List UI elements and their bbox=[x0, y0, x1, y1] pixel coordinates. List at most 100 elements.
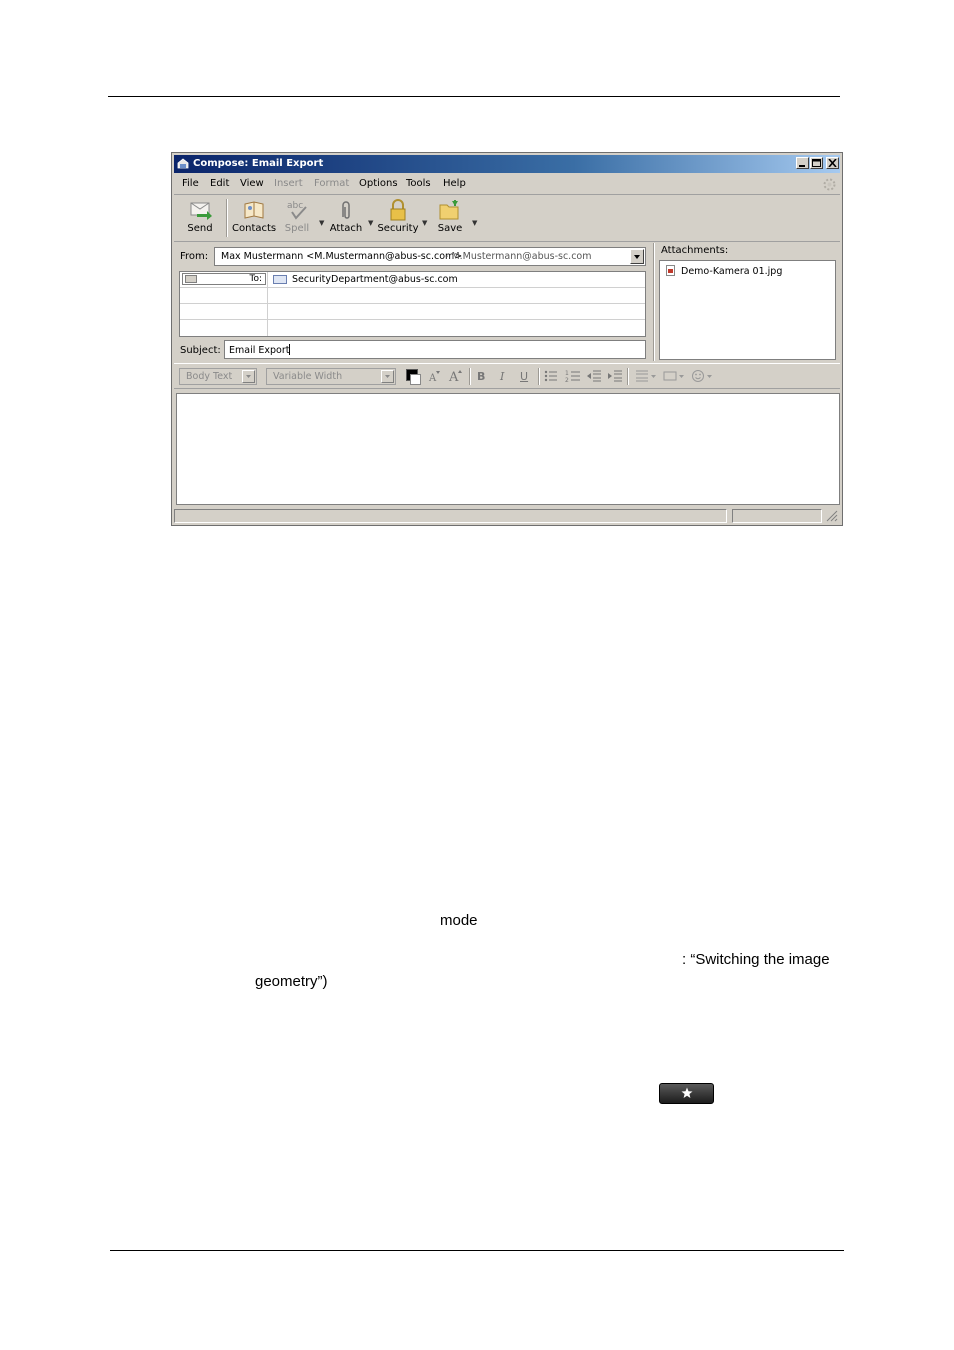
chevron-down-icon[interactable] bbox=[242, 370, 255, 383]
save-folder-icon bbox=[439, 200, 459, 220]
contact-card-icon bbox=[273, 275, 287, 284]
font-select[interactable]: Variable Width bbox=[266, 368, 396, 385]
recipient-type-select[interactable]: To: bbox=[182, 273, 266, 285]
attachment-splitter[interactable] bbox=[653, 243, 655, 361]
maximize-icon bbox=[812, 159, 821, 167]
from-select[interactable]: Max Mustermann <M.Mustermann@abus-sc.com… bbox=[214, 247, 646, 266]
send-button[interactable]: Send bbox=[180, 199, 220, 239]
italic-button[interactable]: I bbox=[500, 370, 504, 383]
from-dropdown-button[interactable] bbox=[630, 249, 644, 264]
spell-button[interactable]: abc Spell bbox=[282, 199, 312, 239]
paragraph-style-select[interactable]: Body Text bbox=[179, 368, 257, 385]
recipient-type-cell: To: bbox=[180, 272, 268, 287]
chevron-down-icon[interactable] bbox=[381, 370, 394, 383]
align-icon[interactable] bbox=[635, 369, 659, 383]
text-color-picker[interactable] bbox=[406, 369, 421, 385]
svg-text:2: 2 bbox=[565, 377, 569, 383]
spell-dropdown-icon[interactable]: ▼ bbox=[319, 219, 324, 227]
recipient-address[interactable]: SecurityDepartment@abus-sc.com bbox=[292, 274, 458, 285]
attach-label[interactable]: Attach bbox=[328, 223, 364, 234]
save-label: Save bbox=[437, 223, 463, 234]
header-rule bbox=[108, 96, 840, 97]
attachment-filename: Demo-Kamera 01.jpg bbox=[681, 266, 783, 277]
menu-edit[interactable]: Edit bbox=[210, 178, 229, 189]
font-larger-icon[interactable]: A bbox=[448, 368, 464, 384]
outdent-icon[interactable] bbox=[586, 369, 602, 383]
subject-value: Email Export bbox=[229, 345, 290, 356]
maximize-button[interactable] bbox=[810, 157, 823, 169]
contacts-button[interactable]: Contacts bbox=[232, 199, 276, 239]
contacts-icon bbox=[244, 201, 264, 219]
save-button[interactable]: Save bbox=[432, 199, 468, 239]
send-icon bbox=[190, 202, 212, 220]
minimize-icon bbox=[799, 165, 805, 167]
security-dropdown-icon[interactable]: ▼ bbox=[422, 219, 427, 227]
font-smaller-icon[interactable]: A bbox=[428, 369, 442, 383]
menu-bar: File Edit View Insert Format Options Too… bbox=[174, 175, 840, 195]
status-bar bbox=[174, 508, 840, 524]
recipient-type-dropdown-icon[interactable] bbox=[185, 275, 197, 283]
menu-view[interactable]: View bbox=[240, 178, 264, 189]
smiley-icon[interactable] bbox=[691, 369, 715, 383]
from-label: From: bbox=[180, 251, 209, 262]
attachments-label: Attachments: bbox=[661, 245, 729, 256]
close-button[interactable] bbox=[826, 157, 839, 169]
chevron-down-icon bbox=[634, 255, 640, 259]
attachment-list[interactable]: Demo-Kamera 01.jpg bbox=[659, 260, 836, 360]
indent-icon[interactable] bbox=[607, 369, 623, 383]
svg-text:1: 1 bbox=[565, 370, 569, 377]
format-toolbar: Body Text Variable Width A A B I U 1 2 bbox=[174, 363, 840, 389]
recipient-type-cell bbox=[180, 320, 268, 336]
format-separator bbox=[627, 368, 629, 385]
menu-insert[interactable]: Insert bbox=[274, 178, 303, 189]
image-file-icon bbox=[666, 265, 675, 276]
recipient-type-cell bbox=[180, 304, 268, 319]
insert-object-icon[interactable] bbox=[663, 369, 687, 383]
menu-options[interactable]: Options bbox=[359, 178, 398, 189]
text-caret bbox=[289, 344, 291, 355]
from-account: - M.Mustermann@abus-sc.com bbox=[445, 251, 592, 262]
message-body-editor[interactable] bbox=[176, 393, 840, 505]
format-separator bbox=[538, 368, 540, 385]
attach-dropdown-icon[interactable]: ▼ bbox=[368, 219, 373, 227]
recipient-type-label: To: bbox=[249, 274, 262, 284]
bullet-list-icon[interactable] bbox=[544, 369, 558, 383]
menu-tools[interactable]: Tools bbox=[406, 178, 431, 189]
title-bar[interactable]: Compose: Email Export bbox=[174, 155, 840, 173]
background-color-swatch[interactable] bbox=[410, 374, 421, 385]
doc-text-geometry: geometry”) bbox=[255, 973, 328, 990]
favorite-star-button bbox=[659, 1083, 714, 1104]
resize-grip-icon[interactable] bbox=[826, 510, 838, 522]
send-label: Send bbox=[187, 223, 213, 234]
compose-app-icon bbox=[177, 158, 189, 169]
doc-text-mode: mode bbox=[440, 912, 478, 929]
bold-button[interactable]: B bbox=[477, 370, 485, 383]
underline-button[interactable]: U bbox=[520, 370, 528, 383]
menu-help[interactable]: Help bbox=[443, 178, 466, 189]
recipient-row-empty[interactable] bbox=[180, 304, 645, 320]
svg-text:A: A bbox=[448, 370, 459, 384]
contacts-label: Contacts bbox=[232, 223, 277, 234]
close-icon bbox=[828, 159, 837, 167]
status-text-panel bbox=[174, 509, 727, 523]
star-icon bbox=[681, 1087, 693, 1098]
menu-format[interactable]: Format bbox=[314, 178, 349, 189]
paperclip-icon bbox=[342, 201, 350, 219]
toolbar: Send Contacts abc Spell ▼ Attach ▼ Secur… bbox=[174, 195, 840, 242]
toolbar-separator bbox=[226, 199, 228, 237]
attach-button[interactable]: Attach bbox=[328, 199, 364, 239]
font-value: Variable Width bbox=[273, 371, 343, 382]
save-dropdown-icon[interactable]: ▼ bbox=[472, 219, 477, 227]
subject-input[interactable]: Email Export bbox=[224, 340, 646, 359]
numbered-list-icon[interactable]: 1 2 bbox=[565, 369, 581, 383]
compose-window: Compose: Email Export File Edit View Ins… bbox=[171, 152, 843, 526]
paragraph-style-value: Body Text bbox=[186, 371, 233, 382]
recipient-row-empty[interactable] bbox=[180, 288, 645, 304]
progress-panel bbox=[732, 509, 822, 523]
recipient-row[interactable]: To: SecurityDepartment@abus-sc.com bbox=[180, 272, 645, 288]
minimize-button[interactable] bbox=[796, 157, 809, 169]
security-button[interactable]: Security bbox=[377, 199, 419, 239]
menu-file[interactable]: File bbox=[182, 178, 199, 189]
attachment-item[interactable]: Demo-Kamera 01.jpg bbox=[666, 265, 782, 277]
recipient-row-empty[interactable] bbox=[180, 320, 645, 336]
